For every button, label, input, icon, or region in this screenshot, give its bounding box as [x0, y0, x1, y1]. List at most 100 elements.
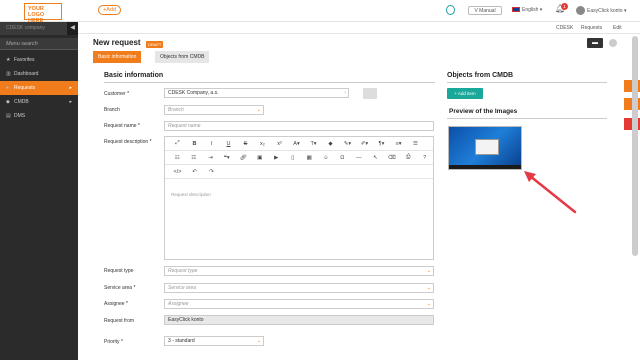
request-from-label: Request from — [104, 318, 135, 324]
check-icon[interactable] — [609, 39, 617, 47]
assignee-select[interactable]: Assignee ⌄ — [164, 299, 434, 309]
print-button[interactable]: ▬ — [587, 38, 603, 48]
sidebar-item-dashboard[interactable]: ▥ Dashboard — [0, 67, 78, 81]
chevron-down-icon: ⌄ — [426, 285, 431, 291]
paragraph-icon[interactable]: ¶▾ — [373, 141, 390, 147]
chevron-down-icon: ⌄ — [256, 338, 261, 344]
undo-icon[interactable]: ↶ — [186, 169, 203, 175]
description-editor[interactable]: ⤢ B I U Sx₂ x² A▾ T▾ ◆ ✎▾ ✐▾ ¶▾ ≡▾ ☰ ☷ ☶ ⇥ ❝▾ 🔗︎ ▣ ▶ ▯ ▦ ☺ Ω — ↖ ⌫… — [164, 136, 434, 260]
branch-select[interactable]: Branch ⌄ — [164, 105, 264, 115]
brush-icon[interactable]: ✎▾ — [339, 141, 356, 147]
breadcrumb-item[interactable]: CDESK — [556, 22, 573, 34]
editor-toolbar: ⤢ B I U Sx₂ x² A▾ T▾ ◆ ✎▾ ✐▾ ¶▾ ≡▾ ☰ — [165, 137, 433, 151]
sidebar-company: CDESK company ◀ — [0, 22, 78, 35]
section-objects-from-cmdb: Objects from CMDB — [447, 72, 514, 79]
omega-icon[interactable]: Ω — [334, 155, 351, 161]
chevron-down-icon: ⌄ — [426, 268, 431, 274]
annotation-arrow — [524, 171, 577, 214]
indent-icon[interactable]: ⇥ — [202, 155, 219, 161]
service-area-select[interactable]: Service area ⌄ — [164, 283, 434, 293]
notification-badge: 1 — [561, 3, 568, 10]
sidebar-item-requests[interactable]: ● Requests ▸ — [0, 81, 78, 95]
manual-button[interactable]: V Manual — [468, 6, 502, 15]
folder-icon: ▤ — [6, 113, 11, 119]
star-icon: ★ — [6, 57, 11, 63]
page-title: New request — [93, 38, 141, 47]
tab-objects-from-cmdb[interactable]: Objects from CMDB — [155, 51, 210, 63]
chat-icon[interactable] — [446, 5, 455, 15]
breadcrumb-item: Edit — [613, 25, 622, 31]
branch-label: Branch — [104, 107, 120, 113]
font-icon[interactable]: A▾ — [288, 141, 305, 147]
chevron-right-icon: › — [344, 90, 346, 96]
collapse-icon[interactable]: ◀ — [67, 22, 78, 35]
editor-toolbar-row2: ☷ ☶ ⇥ ❝▾ 🔗︎ ▣ ▶ ▯ ▦ ☺ Ω — ↖ ⌫ ⎙? — [165, 151, 433, 165]
image-thumbnail[interactable] — [448, 126, 522, 170]
editor-placeholder: Request description — [171, 192, 211, 197]
assignee-label: Assignee * — [104, 301, 128, 307]
underline-icon[interactable]: U — [220, 141, 237, 147]
customer-label: Customer * — [104, 91, 130, 97]
superscript-icon[interactable]: x² — [271, 141, 288, 147]
priority-select[interactable]: 3 - standard ⌄ — [164, 336, 264, 346]
section-preview-images: Preview of the Images — [449, 108, 518, 115]
sidebar-item-dms[interactable]: ▤ DMS — [0, 109, 78, 123]
tab-basic-information[interactable]: Basic information — [93, 51, 142, 63]
hr-icon[interactable]: — — [351, 155, 368, 161]
emoji-icon[interactable]: ☺ — [318, 155, 335, 161]
video-icon[interactable]: ▶ — [268, 155, 285, 161]
numbered-list-icon[interactable]: ☶ — [186, 155, 203, 161]
request-name-input[interactable]: Request name — [164, 121, 434, 131]
file-icon[interactable]: ▯ — [285, 155, 302, 161]
table-icon[interactable]: ▦ — [301, 155, 318, 161]
request-name-label: Request name * — [104, 123, 140, 129]
section-basic-information: Basic information — [104, 72, 164, 79]
expand-icon[interactable]: ⤢ — [169, 140, 186, 147]
logo[interactable]: YOUR LOGO HERE — [24, 3, 62, 24]
link-icon[interactable] — [363, 88, 377, 99]
divider — [104, 82, 435, 83]
status-badge: DRAFT — [146, 41, 164, 48]
window-preview — [475, 139, 499, 155]
image-icon[interactable]: ▣ — [252, 155, 269, 161]
scrollbar[interactable] — [632, 36, 638, 256]
link-icon[interactable]: 🔗︎ — [235, 155, 252, 161]
strikethrough-icon[interactable]: S — [237, 141, 254, 147]
customer-field[interactable]: CDESK Company, a.s. › — [164, 88, 349, 98]
color-icon[interactable]: ◆ — [322, 141, 339, 147]
help-icon[interactable]: ? — [417, 155, 434, 161]
editor-toolbar-row3: </> ↶ ↷ — [165, 165, 433, 179]
language-select[interactable]: English ▾ — [512, 6, 542, 15]
quote-icon[interactable]: ❝▾ — [219, 155, 236, 161]
chevron-right-icon: ▸ — [69, 85, 72, 91]
cursor-icon[interactable]: ↖ — [367, 155, 384, 161]
user-menu[interactable]: EasyClick konto ▾ — [576, 6, 626, 16]
add-item-button[interactable]: + Add item — [447, 88, 483, 99]
sidebar-item-cmdb[interactable]: ◆ CMDB ▸ — [0, 95, 78, 109]
breadcrumb-item[interactable]: Requests — [581, 22, 602, 34]
highlight-icon[interactable]: ✐▾ — [356, 141, 373, 147]
code-icon[interactable]: </> — [169, 169, 186, 175]
taskbar-preview — [449, 165, 521, 169]
bold-icon[interactable]: B — [186, 141, 203, 147]
service-area-label: Service area * — [104, 285, 136, 291]
priority-label: Priority * — [104, 339, 123, 345]
font-size-icon[interactable]: T▾ — [305, 141, 322, 147]
redo-icon[interactable]: ↷ — [203, 169, 220, 175]
add-button[interactable]: +Add — [98, 5, 121, 15]
flag-icon — [512, 7, 520, 13]
bullet-list-icon[interactable]: ☷ — [169, 155, 186, 161]
request-from-field: EasyClick konto — [164, 315, 434, 325]
italic-icon[interactable]: I — [203, 141, 220, 147]
subscript-icon[interactable]: x₂ — [254, 141, 271, 147]
chevron-down-icon: ⌄ — [256, 107, 261, 113]
request-type-select[interactable]: Request type ⌄ — [164, 266, 434, 276]
list-icon[interactable]: ☰ — [407, 141, 424, 147]
sidebar-item-favorites[interactable]: ★ Favorites — [0, 53, 78, 67]
menu-search-input[interactable]: Menu search — [0, 38, 78, 50]
clear-format-icon[interactable]: ⌫ — [384, 155, 401, 161]
align-icon[interactable]: ≡▾ — [390, 141, 407, 147]
avatar — [576, 6, 585, 15]
print-icon[interactable]: ⎙ — [400, 154, 417, 161]
request-type-label: Request type — [104, 268, 134, 274]
